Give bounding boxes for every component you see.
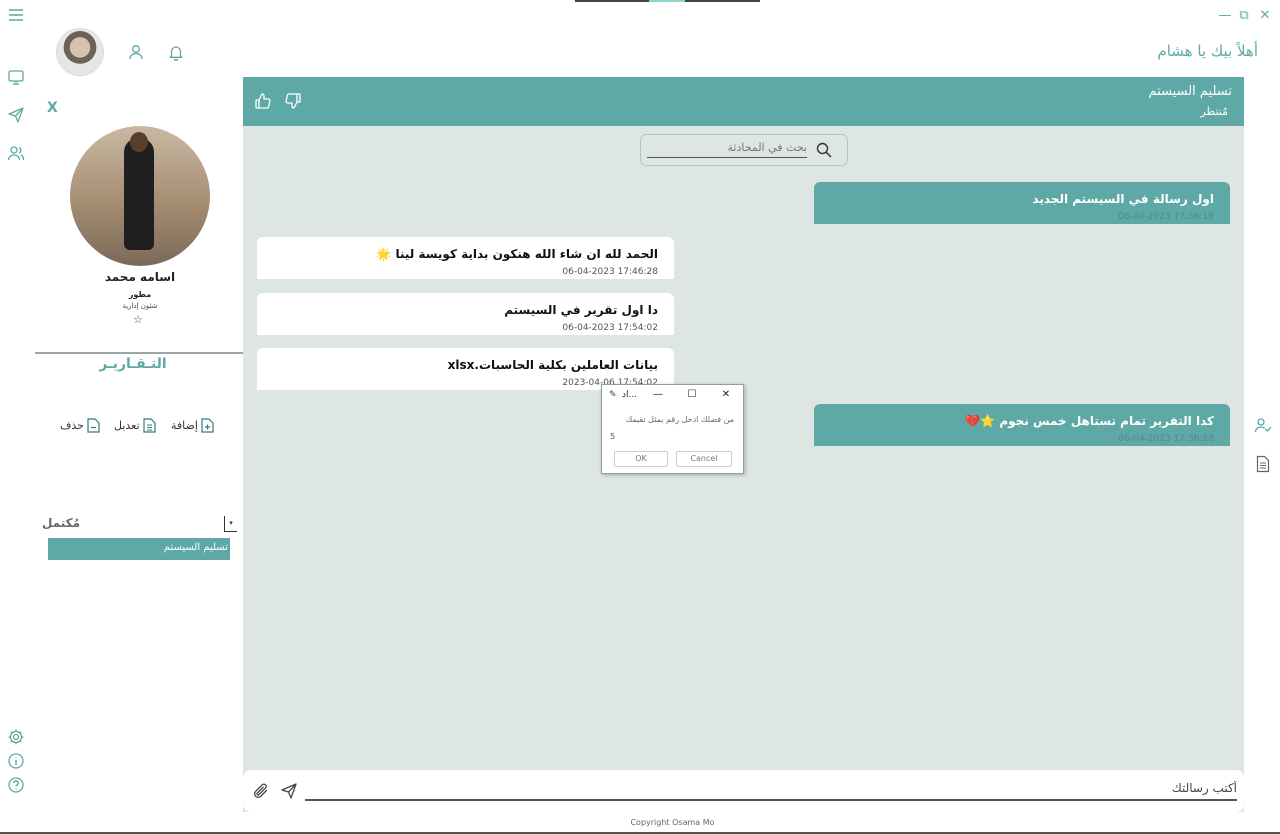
document-icon[interactable] — [1254, 455, 1272, 473]
users-icon[interactable] — [7, 144, 25, 162]
report-list-item[interactable]: تسليم السيستم — [48, 538, 230, 560]
chat-message[interactable]: دا اول تقرير في السيستم 06-04-2023 17:54… — [257, 293, 674, 335]
edit-file-icon — [142, 418, 156, 433]
delete-report-label: حذف — [60, 419, 84, 432]
profile-icon[interactable] — [127, 43, 145, 61]
profile-name: اسامه محمد — [104, 270, 176, 284]
chat-message[interactable]: كدا التقرير تمام تستاهل خمس نجوم ⭐💔 06-0… — [814, 404, 1230, 446]
thumbs-up-icon[interactable] — [254, 92, 272, 110]
info-icon[interactable] — [7, 752, 25, 770]
welcome-message: أهلاً بيك يا هشام — [1157, 42, 1258, 60]
restore-button[interactable]: ⧉ — [1236, 8, 1252, 24]
window-drag-indicator — [575, 0, 760, 2]
add-report-button[interactable]: إضافة — [171, 418, 214, 433]
attach-paperclip-icon[interactable] — [252, 782, 270, 800]
message-composer — [243, 770, 1244, 812]
thumbs-down-icon[interactable] — [284, 92, 302, 110]
settings-gear-icon[interactable] — [7, 728, 25, 746]
inbox-icon[interactable] — [7, 68, 25, 86]
assign-user-icon[interactable] — [1254, 416, 1272, 434]
hamburger-menu-icon[interactable] — [7, 6, 25, 24]
dialog-ok-button[interactable]: OK — [614, 451, 668, 467]
message-time: 06-04-2023 17:36:18 — [1118, 212, 1214, 222]
close-profile-button[interactable]: X — [47, 100, 58, 116]
reports-title: التـقـاريـر — [99, 356, 167, 372]
panel-divider — [35, 352, 243, 354]
message-text: دا اول تقرير في السيستم — [504, 303, 658, 317]
copyright-text: Copyright Osama Mo — [630, 818, 715, 827]
dialog-titlebar[interactable]: ✎ ...اد — ☐ ✕ — [602, 385, 743, 407]
add-report-label: إضافة — [171, 419, 198, 432]
minimize-button[interactable]: — — [1217, 8, 1233, 24]
user-avatar[interactable] — [56, 28, 104, 76]
help-icon[interactable] — [7, 776, 25, 794]
edit-report-label: تعديل — [114, 419, 140, 432]
dialog-cancel-button[interactable]: Cancel — [676, 451, 732, 467]
message-time: 06-04-2023 17:46:28 — [562, 267, 658, 277]
delete-file-icon — [87, 418, 100, 433]
delete-report-button[interactable]: حذف — [60, 418, 100, 433]
profile-role: مطور — [128, 290, 152, 299]
chat-status: مُنتظر — [1200, 105, 1228, 118]
message-input[interactable] — [305, 777, 1237, 801]
dialog-minimize-button[interactable]: — — [651, 389, 665, 400]
dialog-app-icon: ✎ — [609, 390, 617, 400]
message-text: اول رسالة في السيستم الجديد — [1032, 192, 1214, 206]
profile-department: شئون إدارية — [122, 302, 158, 310]
dialog-maximize-button[interactable]: ☐ — [685, 389, 699, 400]
edit-report-button[interactable]: تعديل — [114, 418, 156, 433]
chat-search-input[interactable] — [647, 138, 807, 158]
profile-photo — [70, 126, 210, 266]
star-rating-icon: ☆ — [133, 313, 143, 326]
add-file-icon — [201, 418, 214, 433]
send-icon[interactable] — [7, 106, 25, 124]
chat-title: تسليم السيستم — [1148, 84, 1233, 99]
dialog-title: ...اد — [622, 390, 638, 400]
message-text: كدا التقرير تمام تستاهل خمس نجوم ⭐💔 — [965, 414, 1214, 428]
close-window-button[interactable]: ✕ — [1257, 8, 1273, 24]
send-message-icon[interactable] — [280, 782, 298, 800]
dialog-prompt: من فضلك ادخل رقم يمثل تقيمك — [625, 415, 734, 424]
chat-header — [243, 77, 1244, 126]
status-dropdown-icon[interactable]: ▾ — [224, 516, 237, 532]
search-icon[interactable] — [815, 141, 833, 159]
message-time: 06-04-2023 17:36:18 — [1118, 434, 1214, 444]
dialog-close-button[interactable]: ✕ — [719, 389, 733, 400]
message-text: الحمد لله ان شاء الله هنكون بداية كويسة … — [376, 247, 658, 261]
chat-message[interactable]: اول رسالة في السيستم الجديد 06-04-2023 1… — [814, 182, 1230, 224]
message-text: بيانات العاملين بكلية الحاسبات.xlsx — [447, 358, 658, 372]
status-filter-label: مُكتمل — [42, 516, 81, 530]
rating-input[interactable] — [610, 429, 730, 443]
chat-search-box — [640, 134, 848, 166]
message-time: 06-04-2023 17:54:02 — [562, 323, 658, 333]
notification-bell-icon[interactable] — [167, 43, 185, 61]
chat-message[interactable]: الحمد لله ان شاء الله هنكون بداية كويسة … — [257, 237, 674, 279]
rating-dialog: ✎ ...اد — ☐ ✕ من فضلك ادخل رقم يمثل تقيم… — [601, 384, 744, 474]
